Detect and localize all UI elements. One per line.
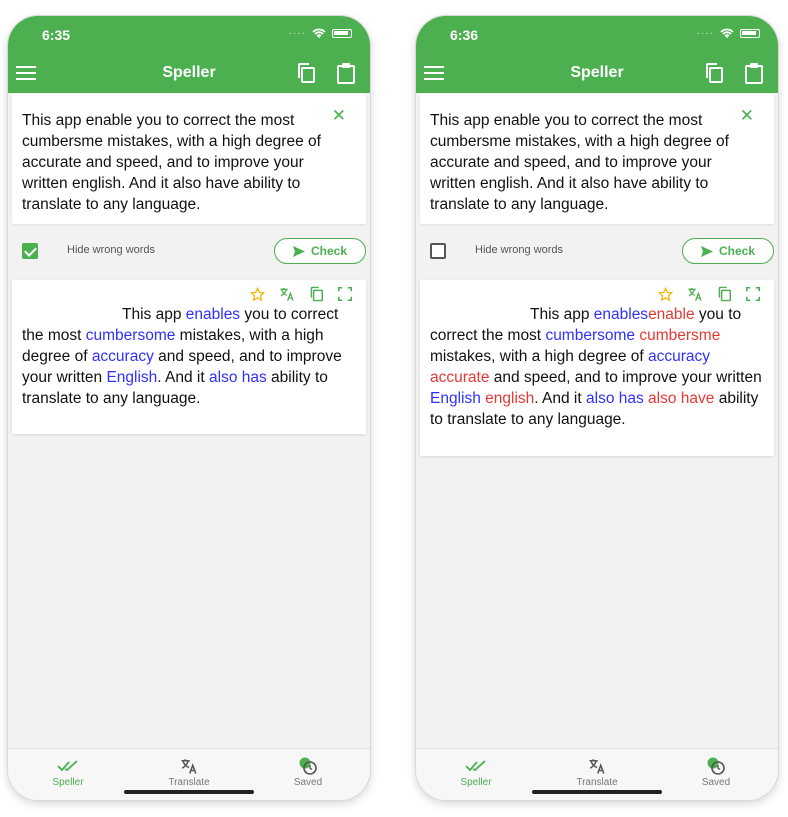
nav-saved[interactable]: Saved (268, 755, 348, 788)
controls-row: Hide wrong words Check (8, 236, 370, 272)
phone-screen-right: 6:36 ···· Speller This app enable you to… (416, 16, 778, 800)
nav-saved-label: Saved (701, 777, 731, 788)
copy-icon[interactable] (717, 286, 732, 302)
wifi-icon (720, 28, 734, 38)
bottom-nav: Speller Translate Saved (416, 748, 778, 800)
check-button[interactable]: Check (274, 238, 366, 264)
home-indicator (532, 790, 662, 794)
phone-screen-left: 6:35 ···· Speller This app enable you to… (8, 16, 370, 800)
wrong-word: accurate (430, 369, 490, 386)
send-icon (292, 245, 305, 257)
result-segment: . And it (534, 390, 582, 407)
hide-wrong-checkbox[interactable] (22, 243, 38, 259)
correction-word[interactable]: accuracy (648, 348, 710, 365)
controls-row: Hide wrong words Check (416, 236, 778, 272)
fullscreen-icon[interactable] (746, 287, 760, 301)
nav-speller[interactable]: Speller (28, 755, 108, 788)
app-bar: 6:36 ···· Speller (416, 16, 778, 93)
signal-icon: ···· (288, 28, 306, 39)
clear-icon[interactable]: ✕ (332, 106, 346, 126)
copy-icon[interactable] (309, 286, 324, 302)
fullscreen-icon[interactable] (338, 287, 352, 301)
input-card[interactable]: This app enable you to correct the most … (420, 94, 774, 224)
result-toolbar (658, 286, 760, 302)
star-icon[interactable] (658, 286, 673, 302)
check-button-label: Check (310, 244, 348, 258)
result-text: This app enablesenable you to correct th… (430, 304, 764, 430)
hide-wrong-label: Hide wrong words (475, 244, 564, 256)
translate-icon (181, 759, 197, 774)
battery-icon (740, 29, 760, 38)
nav-speller-label: Speller (52, 777, 84, 788)
star-icon[interactable] (250, 286, 265, 302)
correction-word[interactable]: also has (586, 390, 644, 407)
clipboard-icon[interactable] (336, 62, 356, 84)
result-segment: mistakes, with a high degree of (430, 348, 644, 365)
status-time: 6:35 (42, 27, 71, 43)
history-icon (299, 757, 317, 775)
double-check-icon (465, 760, 486, 772)
result-segment: . And it (157, 369, 205, 386)
status-icons: ···· (697, 28, 760, 39)
result-segment: This app (122, 306, 182, 323)
correction-word[interactable]: English (430, 390, 481, 407)
result-segment: This app (530, 306, 590, 323)
bottom-nav: Speller Translate Saved (8, 748, 370, 800)
correction-word[interactable]: cumbersome (86, 327, 176, 344)
clipboard-icon[interactable] (744, 62, 764, 84)
input-text-field[interactable]: This app enable you to correct the most … (22, 110, 336, 215)
wrong-word: english (485, 390, 535, 407)
translate-icon[interactable] (279, 286, 295, 302)
correction-word[interactable]: also has (209, 369, 267, 386)
correction-word[interactable]: enables (594, 306, 648, 323)
correction-word[interactable]: English (106, 369, 157, 386)
hide-wrong-label: Hide wrong words (67, 244, 156, 256)
wrong-word: cumbersme (639, 327, 721, 344)
nav-translate[interactable]: Translate (149, 755, 229, 788)
app-bar: 6:35 ···· Speller (8, 16, 370, 93)
hide-wrong-checkbox[interactable] (430, 243, 446, 259)
wrong-word: enable (648, 306, 695, 323)
correction-word[interactable]: accuracy (92, 348, 154, 365)
nav-speller-label: Speller (460, 777, 492, 788)
nav-translate[interactable]: Translate (557, 755, 637, 788)
input-card[interactable]: This app enable you to correct the most … (12, 94, 366, 224)
clear-icon[interactable]: ✕ (740, 106, 754, 126)
battery-icon (332, 29, 352, 38)
correction-word[interactable]: enables (186, 306, 240, 323)
result-card: This app enables you to correct the most… (12, 280, 366, 434)
copy-icon[interactable] (704, 62, 724, 84)
nav-speller[interactable]: Speller (436, 755, 516, 788)
status-time: 6:36 (450, 27, 479, 43)
correction-word[interactable]: cumbersome (545, 327, 635, 344)
nav-saved[interactable]: Saved (676, 755, 756, 788)
input-text-field[interactable]: This app enable you to correct the most … (430, 110, 744, 215)
signal-icon: ···· (696, 28, 714, 39)
nav-translate-label: Translate (576, 777, 618, 788)
result-card: This app enablesenable you to correct th… (420, 280, 774, 456)
copy-icon[interactable] (296, 62, 316, 84)
translate-icon[interactable] (687, 286, 703, 302)
check-button[interactable]: Check (682, 238, 774, 264)
double-check-icon (57, 760, 78, 772)
nav-saved-label: Saved (293, 777, 323, 788)
result-toolbar (250, 286, 352, 302)
status-icons: ···· (289, 28, 352, 39)
history-icon (707, 757, 725, 775)
send-icon (700, 245, 713, 257)
home-indicator (124, 790, 254, 794)
wifi-icon (312, 28, 326, 38)
result-text: This app enables you to correct the most… (22, 304, 356, 409)
translate-icon (589, 759, 605, 774)
nav-translate-label: Translate (168, 777, 210, 788)
wrong-word: also have (648, 390, 715, 407)
check-button-label: Check (718, 244, 756, 258)
result-segment: and speed, and to improve your written (493, 369, 762, 386)
